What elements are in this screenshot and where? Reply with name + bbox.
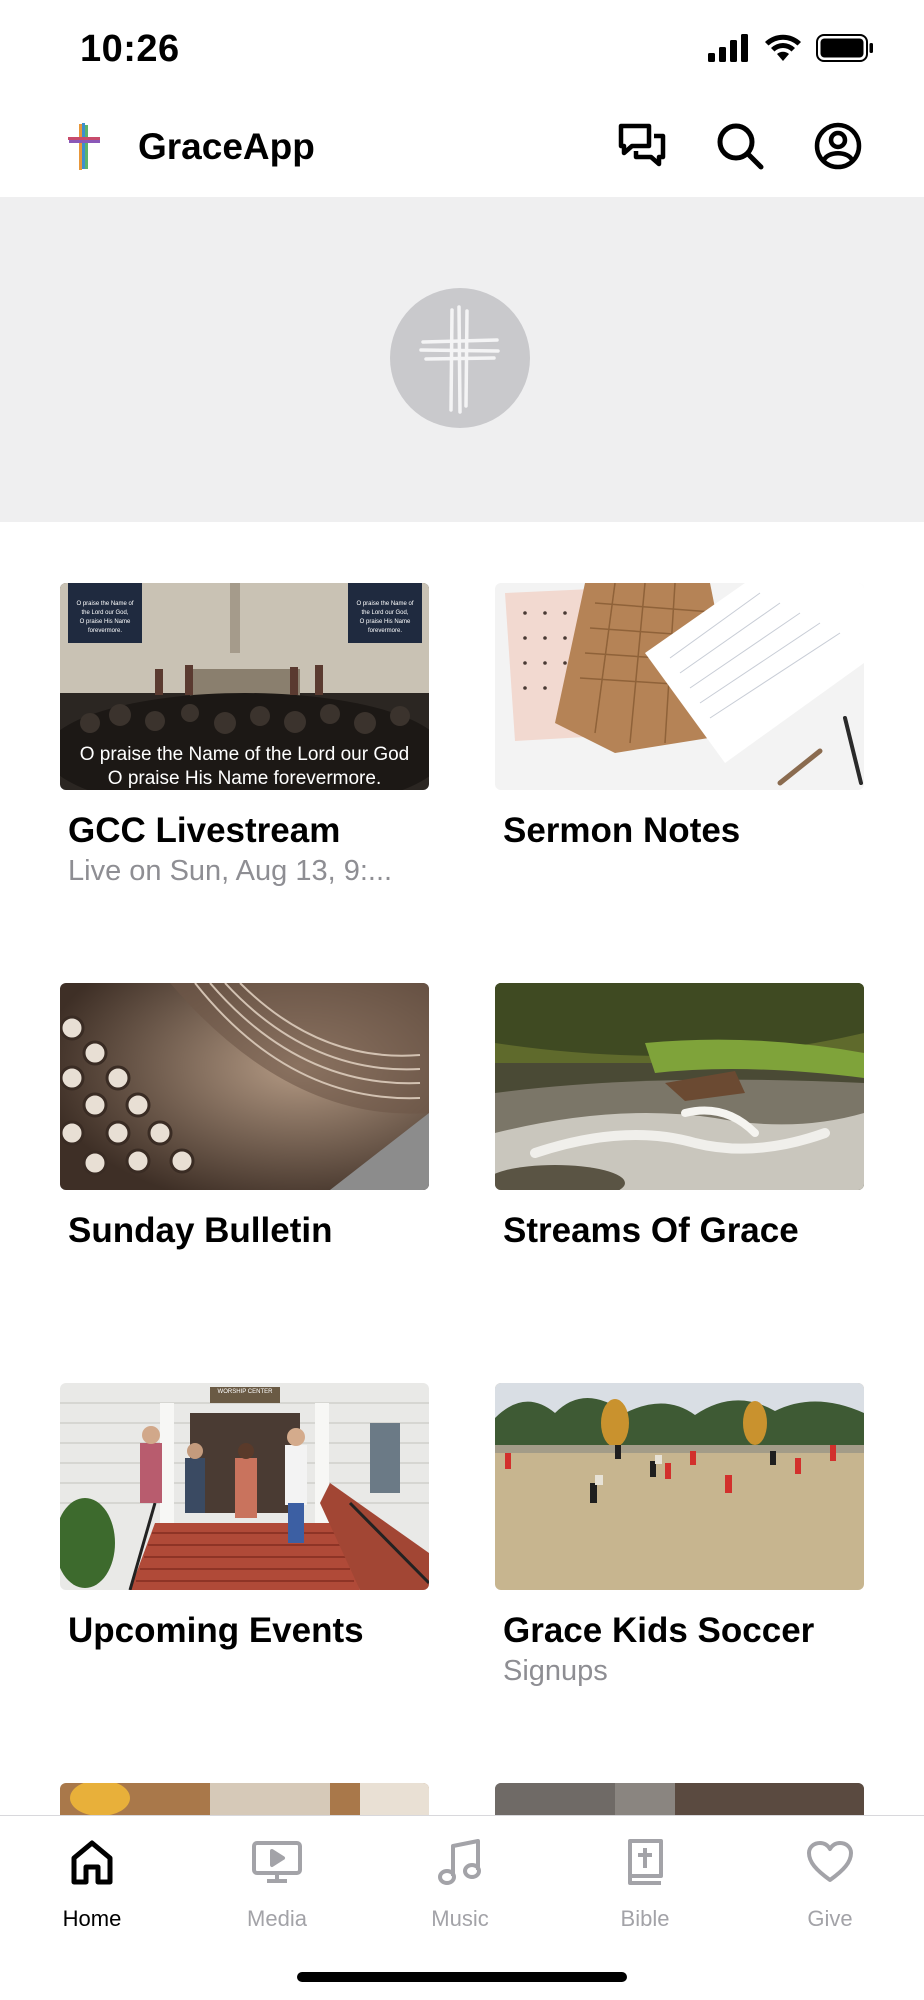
card-sunday-bulletin[interactable]: Sunday Bulletin [60, 983, 429, 1252]
card-title: Sunday Bulletin [68, 1211, 333, 1250]
card-title: Streams Of Grace [503, 1211, 799, 1250]
app-title: GraceApp [138, 126, 315, 167]
search-icon [716, 122, 764, 175]
card-title: GCC Livestream [68, 811, 341, 850]
battery-icon [816, 33, 874, 67]
home-icon [64, 1834, 120, 1890]
livestream-caption-line-2: O praise His Name forevermore. [107, 768, 382, 789]
home-indicator[interactable] [297, 1972, 627, 1982]
music-note-icon [432, 1834, 488, 1890]
tab-label: Give [807, 1906, 853, 1931]
svg-text:O praise His Name: O praise His Name [80, 619, 131, 625]
card-subtitle: Signups [503, 1655, 608, 1687]
card-gcc-livestream[interactable]: O praise the Name of the Lord our God, O… [60, 583, 429, 890]
profile-icon [814, 122, 862, 175]
svg-text:forevermore.: forevermore. [88, 628, 122, 634]
status-time: 10:26 [80, 28, 180, 70]
app-header: GraceApp [0, 100, 924, 196]
profile-button[interactable] [810, 120, 866, 176]
cross-emblem-icon [390, 288, 530, 428]
card-streams-of-grace[interactable]: Streams Of Grace [495, 983, 864, 1252]
church-entrance-photo: WORSHIP CENTER [60, 1383, 429, 1590]
chat-icon [618, 123, 666, 174]
tab-give[interactable]: Give [755, 1834, 905, 1944]
heart-icon [802, 1834, 858, 1890]
card-subtitle: Live on Sun, Aug 13, 9:... [68, 855, 393, 887]
tab-media[interactable]: Media [202, 1834, 352, 1944]
tab-label: Bible [620, 1906, 670, 1931]
svg-text:forevermore.: forevermore. [368, 628, 402, 634]
tab-home[interactable]: Home [17, 1834, 167, 1944]
svg-text:the Lord our God,: the Lord our God, [81, 610, 128, 616]
notebooks-photo [495, 583, 864, 790]
bible-icon [617, 1834, 673, 1890]
svg-text:the Lord our God,: the Lord our God, [361, 610, 408, 616]
chat-button[interactable] [614, 120, 670, 176]
svg-text:O praise the Name of: O praise the Name of [76, 601, 133, 607]
card-sermon-notes[interactable]: Sermon Notes [495, 583, 864, 852]
cellular-signal-icon [708, 33, 750, 67]
card-title: Sermon Notes [503, 811, 741, 850]
wifi-icon [764, 34, 802, 67]
hero-banner [0, 197, 924, 522]
tab-label: Home [62, 1906, 122, 1931]
card-grace-kids-soccer[interactable]: Grace Kids Soccer Signups [495, 1383, 864, 1690]
svg-text:O praise His Name: O praise His Name [360, 619, 411, 625]
svg-text:O praise the Name of: O praise the Name of [356, 601, 413, 607]
worship-center-sign: WORSHIP CENTER [217, 1389, 273, 1395]
status-icons [708, 33, 874, 67]
search-button[interactable] [712, 120, 768, 176]
livestream-caption-line-1: O praise the Name of the Lord our God [79, 744, 410, 765]
card-title: Upcoming Events [68, 1611, 364, 1650]
status-bar: 10:26 [0, 0, 924, 100]
tab-music[interactable]: Music [385, 1834, 535, 1944]
cross-logo-icon [64, 122, 104, 172]
media-icon [249, 1834, 305, 1890]
card-title: Grace Kids Soccer [503, 1611, 815, 1650]
soccer-field-photo [495, 1383, 864, 1590]
tab-label: Media [247, 1906, 307, 1931]
creek-photo [495, 983, 864, 1190]
typewriter-photo [60, 983, 429, 1190]
tab-bible[interactable]: Bible [570, 1834, 720, 1944]
worship-service-photo: O praise the Name of the Lord our God, O… [60, 583, 429, 790]
tab-label: Music [431, 1906, 489, 1931]
card-upcoming-events[interactable]: WORSHIP CENTER Upcoming Events [60, 1383, 429, 1652]
